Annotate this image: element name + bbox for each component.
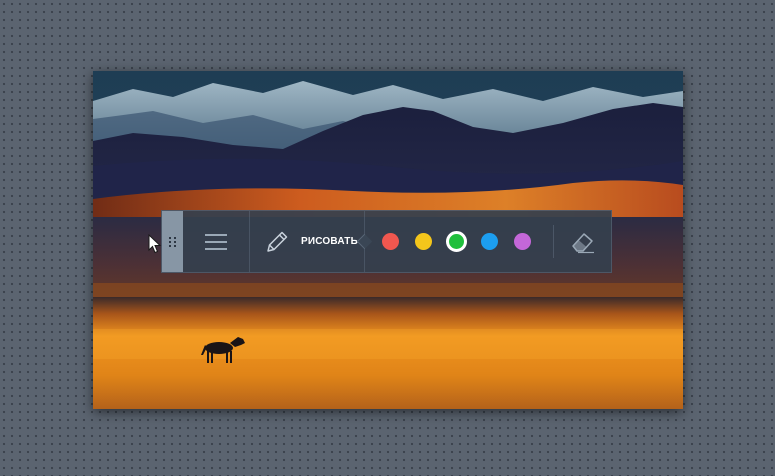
draw-button-label: РИСОВАТЬ	[301, 236, 358, 247]
drawing-toolbar: РИСОВАТЬ	[161, 210, 612, 273]
color-swatch-yellow[interactable]	[415, 233, 432, 250]
color-swatch-red[interactable]	[382, 233, 399, 250]
color-swatch-blue[interactable]	[481, 233, 498, 250]
menu-button[interactable]	[183, 211, 250, 272]
draw-button[interactable]: РИСОВАТЬ	[250, 211, 373, 272]
eraser-button[interactable]	[554, 211, 611, 272]
hamburger-menu-icon	[205, 233, 227, 250]
drag-handle-icon	[168, 236, 177, 247]
color-palette	[365, 211, 553, 272]
color-swatch-green[interactable]	[446, 231, 467, 252]
eraser-icon	[571, 232, 594, 253]
mouse-cursor-icon	[148, 234, 162, 254]
pencil-icon	[267, 231, 288, 252]
toolbar-drag-handle[interactable]	[162, 211, 183, 272]
color-swatch-purple[interactable]	[514, 233, 531, 250]
